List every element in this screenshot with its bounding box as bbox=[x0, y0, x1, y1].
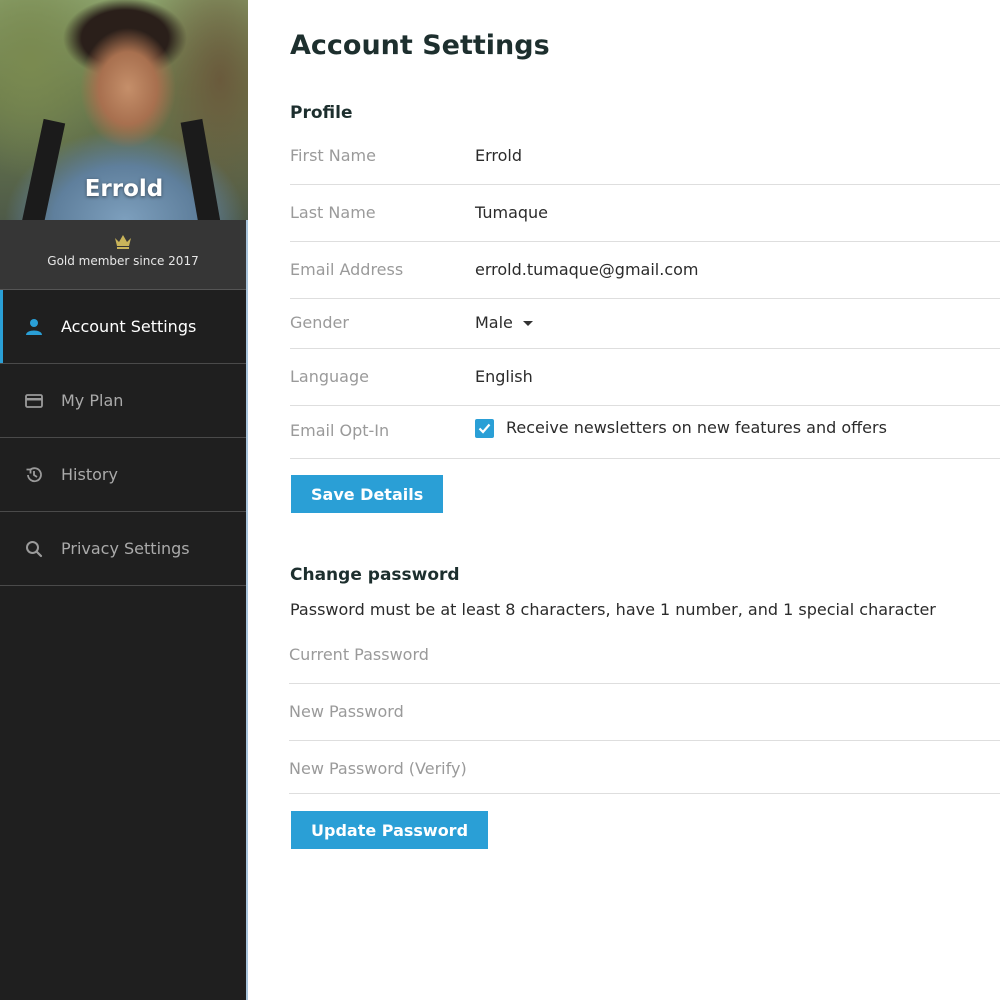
current-password-row bbox=[289, 630, 1000, 684]
profile-name: Errold bbox=[84, 176, 164, 202]
sidebar-item-label: Account Settings bbox=[61, 317, 197, 336]
checkmark-icon bbox=[478, 423, 491, 434]
password-section-title: Change password bbox=[290, 565, 460, 585]
verify-password-input[interactable] bbox=[289, 759, 789, 778]
field-label: Language bbox=[290, 367, 369, 386]
sidebar-item-account-settings[interactable]: Account Settings bbox=[0, 290, 246, 364]
language-row: Language English bbox=[290, 349, 1000, 406]
new-password-row bbox=[289, 684, 1000, 741]
field-label: Gender bbox=[290, 313, 349, 332]
profile-photo: Errold bbox=[0, 0, 248, 220]
gender-select[interactable]: Male bbox=[475, 313, 533, 332]
crown-icon bbox=[115, 235, 131, 249]
newsletter-checkbox[interactable] bbox=[475, 419, 494, 438]
new-password-input[interactable] bbox=[289, 702, 789, 721]
save-details-button[interactable]: Save Details bbox=[291, 475, 444, 513]
credit-card-icon bbox=[25, 393, 43, 408]
last-name-value[interactable]: Tumaque bbox=[475, 203, 548, 222]
backpack-strap bbox=[20, 118, 66, 220]
newsletter-label[interactable]: Receive newsletters on new features and … bbox=[506, 418, 887, 437]
sidebar-item-my-plan[interactable]: My Plan bbox=[0, 364, 246, 438]
field-label: Last Name bbox=[290, 203, 376, 222]
field-label: Email Opt-In bbox=[290, 421, 390, 440]
sidebar-item-label: History bbox=[61, 465, 118, 484]
verify-password-row bbox=[289, 741, 1000, 794]
first-name-row: First Name Errold bbox=[290, 130, 1000, 185]
person-icon bbox=[26, 318, 42, 335]
first-name-value[interactable]: Errold bbox=[475, 146, 522, 165]
search-icon bbox=[26, 540, 43, 557]
language-value[interactable]: English bbox=[475, 367, 533, 386]
sidebar-item-history[interactable]: History bbox=[0, 438, 246, 512]
main-content: Account Settings Profile First Name Erro… bbox=[250, 0, 1000, 1000]
backpack-strap bbox=[180, 118, 222, 220]
caret-down-icon bbox=[522, 321, 533, 326]
email-value[interactable]: errold.tumaque@gmail.com bbox=[475, 260, 698, 279]
sidebar-nav: Account Settings My Plan History Privacy… bbox=[0, 290, 246, 586]
page-title: Account Settings bbox=[290, 30, 550, 61]
email-opt-in-row: Email Opt-In Receive newsletters on new … bbox=[290, 406, 1000, 459]
field-label: First Name bbox=[290, 146, 376, 165]
field-label: Email Address bbox=[290, 260, 404, 279]
current-password-input[interactable] bbox=[289, 645, 789, 664]
membership-badge: Gold member since 2017 bbox=[0, 220, 246, 290]
gender-row: Gender Male bbox=[290, 299, 1000, 349]
membership-text: Gold member since 2017 bbox=[47, 254, 199, 268]
sidebar-item-label: Privacy Settings bbox=[61, 539, 190, 558]
sidebar-item-privacy-settings[interactable]: Privacy Settings bbox=[0, 512, 246, 586]
update-password-button[interactable]: Update Password bbox=[291, 811, 489, 849]
sidebar: Errold Gold member since 2017 Account Se… bbox=[0, 0, 248, 1000]
history-icon bbox=[26, 466, 42, 482]
last-name-row: Last Name Tumaque bbox=[290, 185, 1000, 242]
email-row: Email Address errold.tumaque@gmail.com bbox=[290, 242, 1000, 299]
password-hint: Password must be at least 8 characters, … bbox=[290, 600, 936, 619]
gender-value: Male bbox=[475, 313, 513, 332]
profile-section-title: Profile bbox=[290, 103, 353, 123]
sidebar-item-label: My Plan bbox=[61, 391, 124, 410]
